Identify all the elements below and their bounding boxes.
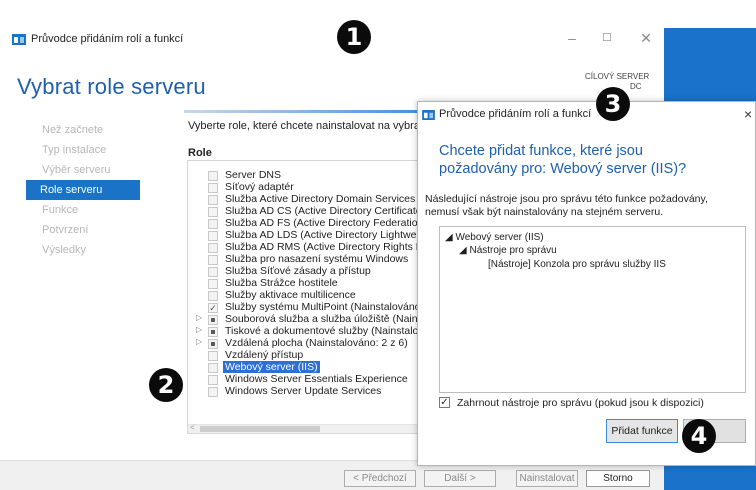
role-item[interactable]: Služba Active Directory Domain Services [188, 193, 419, 205]
target-server-name: DC [630, 82, 642, 91]
page-title: Vybrat role serveru [17, 74, 206, 99]
role-item[interactable]: ▷ Tiskové a dokumentové služby (Nainstalo… [188, 325, 419, 337]
role-item[interactable]: Vzdálený přístup [188, 349, 419, 361]
expand-arrow-icon[interactable]: ▷ [196, 337, 202, 346]
role-checkbox[interactable] [208, 291, 218, 301]
role-checkbox[interactable] [208, 243, 218, 253]
annotation-badge-2: 2 [149, 368, 183, 402]
dialog-description: Následující nástroje jsou pro správu tét… [425, 193, 708, 218]
role-item[interactable]: ▷ Vzdálená plocha (Nainstalováno: 2 z 6) [188, 337, 419, 349]
role-item[interactable]: Služba AD RMS (Active Directory Rights M… [188, 241, 419, 253]
instruction-text: Vyberte role, které chcete nainstalovat … [188, 120, 442, 132]
role-checkbox[interactable] [208, 231, 218, 241]
add-features-button[interactable]: Přidat funkce [606, 419, 678, 443]
window-title: Průvodce přidáním rolí a funkcí [31, 33, 184, 45]
role-checkbox[interactable] [208, 267, 218, 277]
annotation-badge-4: 4 [682, 419, 716, 453]
check-icon[interactable]: ✓ [208, 303, 218, 313]
tree-expand-icon: ◢ [445, 232, 456, 243]
annotation-badge-1: 1 [337, 20, 371, 54]
nav-item-before-you-begin[interactable]: Než začnete [40, 120, 140, 140]
header-divider [184, 110, 420, 113]
nav-item-confirmation[interactable]: Potvrzení [40, 220, 140, 240]
role-item-selected[interactable]: Webový server (IIS) [188, 361, 419, 373]
dialog-close-icon[interactable]: × [744, 106, 752, 122]
role-item[interactable]: Síťový adaptér [188, 181, 419, 193]
role-item[interactable]: Služby aktivace multilicence [188, 289, 419, 301]
role-item[interactable]: Služba AD LDS (Active Directory Lightwei… [188, 229, 419, 241]
cancel-button[interactable]: Storno [586, 470, 650, 487]
install-button[interactable]: Nainstalovat [516, 470, 578, 487]
minimize-icon[interactable]: – [562, 30, 582, 46]
tree-root: ◢ Webový server (IIS) [445, 232, 544, 243]
role-checkbox[interactable] [208, 255, 218, 265]
role-checkbox[interactable] [208, 339, 218, 349]
nav-item-features[interactable]: Funkce [40, 200, 140, 220]
role-checkbox[interactable] [208, 327, 218, 337]
nav-item-installation-type[interactable]: Typ instalace [40, 140, 140, 160]
roles-column-header: Role [188, 147, 212, 159]
role-item[interactable]: Windows Server Essentials Experience [188, 373, 419, 385]
dialog-title: Průvodce přidáním rolí a funkcí [439, 108, 592, 120]
role-checkbox[interactable] [208, 375, 218, 385]
role-checkbox[interactable] [208, 387, 218, 397]
scrollbar-thumb[interactable] [200, 426, 320, 432]
role-item[interactable]: ✓ Služby systému MultiPoint (Nainstalován… [188, 301, 419, 313]
role-item[interactable]: Server DNS [188, 169, 419, 181]
role-item[interactable]: Služba pro nasazení systému Windows [188, 253, 419, 265]
next-button[interactable]: Další > [424, 470, 496, 487]
role-checkbox[interactable] [208, 315, 218, 325]
nav-item-server-selection[interactable]: Výběr serveru [40, 160, 140, 180]
expand-arrow-icon[interactable]: ▷ [196, 313, 202, 322]
nav-item-results[interactable]: Výsledky [40, 240, 140, 260]
include-tools-label[interactable]: Zahrnout nástroje pro správu (pokud jsou… [457, 397, 704, 409]
role-item[interactable]: Služba Síťové zásady a přístup [188, 265, 419, 277]
scroll-left-arrow-icon[interactable]: < [190, 423, 195, 432]
tree-expand-icon: ◢ [459, 245, 470, 256]
expand-arrow-icon[interactable]: ▷ [196, 325, 202, 334]
include-tools-checkbox[interactable]: ✓ [439, 397, 450, 408]
dialog-heading: Chcete přidat funkce, které jsou požadov… [439, 143, 687, 177]
role-item[interactable]: Služba Strážce hostitele [188, 277, 419, 289]
role-checkbox[interactable] [208, 195, 218, 205]
role-checkbox[interactable] [208, 351, 218, 361]
nav-item-server-roles[interactable]: Role serveru [26, 180, 140, 200]
role-checkbox[interactable] [208, 279, 218, 289]
roles-list[interactable]: Server DNS Síťový adaptér Služba Active … [187, 160, 420, 434]
annotation-badge-3: 3 [596, 87, 630, 121]
role-checkbox[interactable] [208, 363, 218, 373]
role-item[interactable]: Služba AD CS (Active Directory Certifica… [188, 205, 419, 217]
role-checkbox[interactable] [208, 171, 218, 181]
role-checkbox[interactable] [208, 219, 218, 229]
role-item[interactable]: Windows Server Update Services [188, 385, 419, 397]
target-server-label: CÍLOVÝ SERVER [585, 72, 650, 81]
previous-button[interactable]: < Předchozí [344, 470, 416, 487]
role-checkbox[interactable] [208, 183, 218, 193]
close-icon[interactable]: ✕ [636, 30, 656, 46]
server-manager-icon [422, 110, 435, 120]
tree-leaf: [Nástroje] Konzola pro správu služby IIS [488, 259, 666, 270]
role-item[interactable]: Služba AD FS (Active Directory Federatio… [188, 217, 419, 229]
maximize-icon[interactable]: ☐ [597, 30, 617, 46]
role-item[interactable]: ▷ Souborová služba a služba úložiště (Nai… [188, 313, 419, 325]
role-checkbox[interactable] [208, 207, 218, 217]
server-manager-icon [12, 34, 26, 45]
tree-child: ◢ Nástroje pro správu [459, 245, 557, 256]
